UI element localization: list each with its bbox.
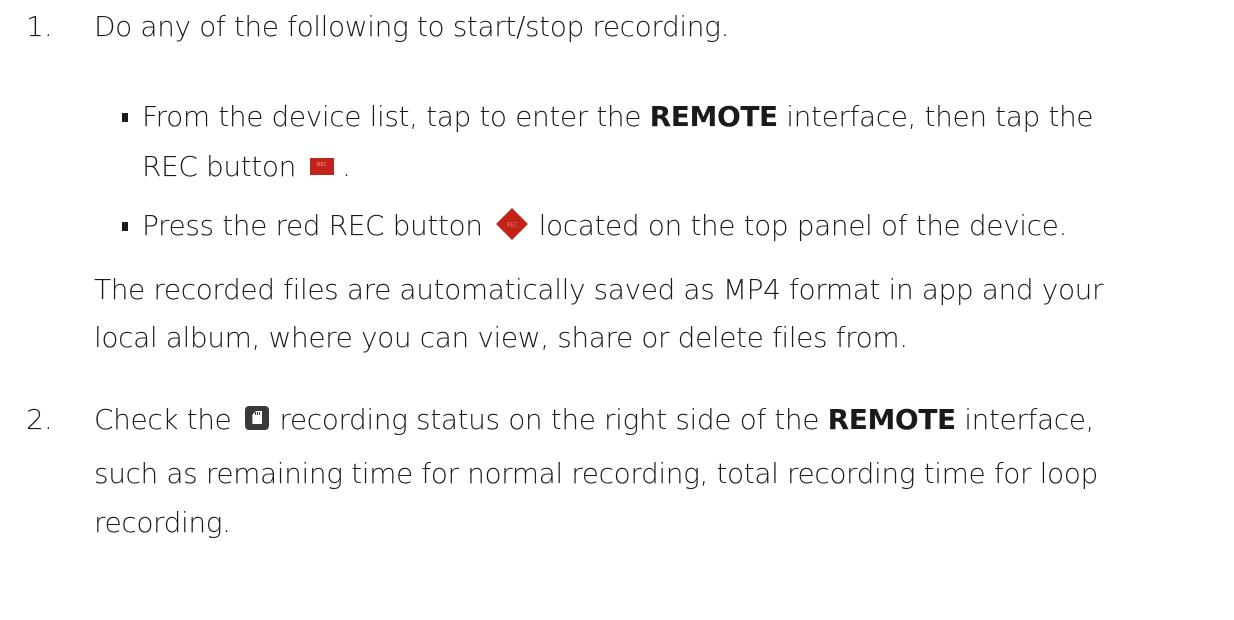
step-2-line-2: such as remaining time for normal record… xyxy=(94,457,1098,490)
rec-icon-label: REC xyxy=(506,222,517,229)
step-1-number: 1. xyxy=(26,10,53,43)
remote-keyword: REMOTE xyxy=(649,100,779,133)
step-2-text: Check the xyxy=(94,403,232,436)
rec-button-diamond-icon: REC xyxy=(495,208,528,240)
step-2-text: interface, xyxy=(955,403,1095,436)
step-2-line-3: recording. xyxy=(94,506,231,539)
step-1-bullet-2: Press the red REC button REC located on … xyxy=(142,207,1067,247)
bullet-1-text: REC button xyxy=(142,150,296,183)
bullet-1-text: interface, then tap the xyxy=(777,100,1094,133)
step-1-bullet-1-line-1: From the device list, tap to enter the R… xyxy=(142,98,1094,136)
step-1-lead: Do any of the following to start/stop re… xyxy=(94,10,730,43)
step-1-note-line-2: local album, where you can view, share o… xyxy=(94,321,908,354)
rec-button-square-icon: REC xyxy=(309,157,334,175)
bullet-marker xyxy=(122,113,128,122)
sd-card-icon xyxy=(245,406,270,430)
rec-icon-label: REC xyxy=(316,161,328,168)
step-2-text: recording status on the right side of th… xyxy=(279,403,828,436)
bullet-2-text: located on the top panel of the device. xyxy=(538,209,1068,242)
step-1-note-line-1: The recorded files are automatically sav… xyxy=(94,273,1104,306)
step-1-bullet-1-line-2: REC button REC. xyxy=(142,148,351,186)
bullet-2-text: Press the red REC button xyxy=(142,209,483,242)
bullet-1-text: From the device list, tap to enter the xyxy=(142,100,650,133)
bullet-marker xyxy=(122,222,128,231)
step-2-number: 2. xyxy=(26,403,53,436)
bullet-1-text: . xyxy=(341,150,351,183)
remote-keyword: REMOTE xyxy=(827,403,957,436)
step-2-line-1: Check the recording status on the right s… xyxy=(94,401,1094,439)
